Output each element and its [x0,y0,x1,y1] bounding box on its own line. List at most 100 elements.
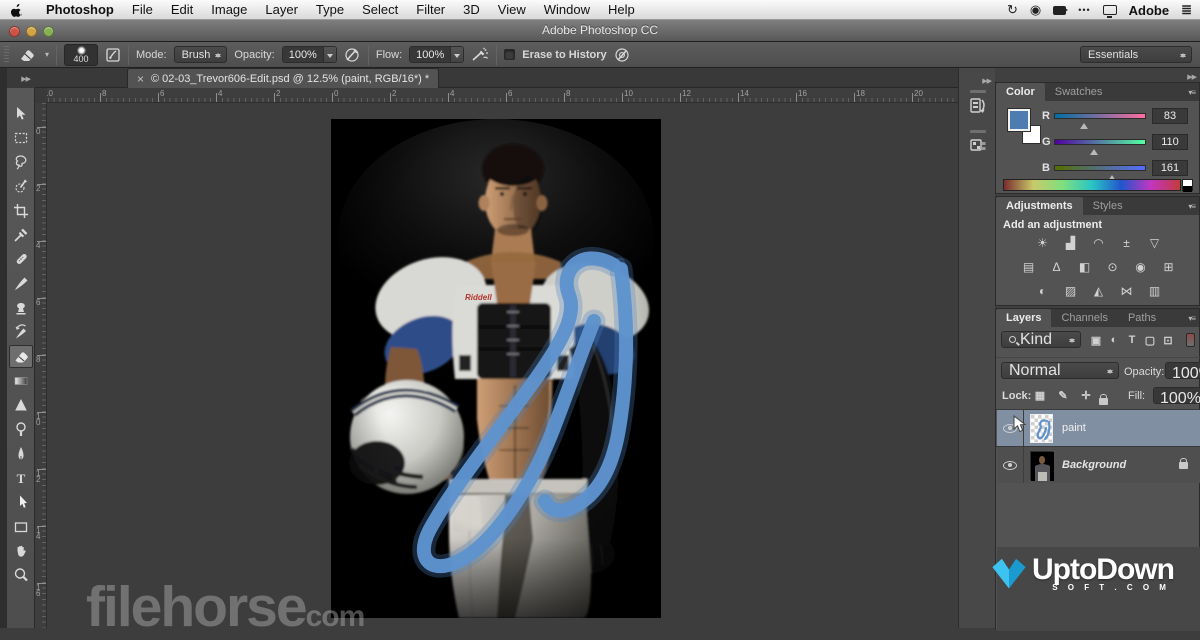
ellipsis-icon[interactable]: ••• [1078,0,1090,20]
pixel-filter-icon[interactable]: ▣ [1088,334,1104,347]
options-bar-grip[interactable] [4,46,9,64]
display-icon[interactable] [1103,5,1117,15]
layer-opacity-dropdown[interactable]: 100% [1165,362,1200,379]
dodge-tool[interactable] [9,418,33,441]
g-value-field[interactable]: 110 [1152,134,1188,150]
layer-row-background[interactable]: Background [997,447,1200,483]
marquee-tool[interactable] [9,126,33,149]
tablet-opacity-icon[interactable] [344,47,361,63]
color-lookup-icon[interactable]: ⊞ [1158,259,1179,276]
r-value-field[interactable]: 83 [1152,108,1188,124]
tab-styles[interactable]: Styles [1083,197,1133,215]
pen-tool[interactable] [9,442,33,465]
tool-preset-caret-icon[interactable]: ▾ [45,50,49,59]
menu-layer[interactable]: Layer [256,2,307,17]
airbrush-icon[interactable] [471,47,489,63]
color-balance-icon[interactable]: Δ [1046,259,1067,276]
panel-menu-icon[interactable]: ▾≡ [1188,202,1195,211]
expand-left-dock-icon[interactable]: ▶▶ [21,75,30,83]
tab-swatches[interactable]: Swatches [1045,83,1113,101]
move-tool[interactable] [9,102,33,125]
sync-icon[interactable]: ↻ [1007,0,1018,20]
creative-cloud-icon[interactable]: ◉ [1030,0,1041,20]
black-white-icon[interactable]: ◧ [1074,259,1095,276]
color-spectrum-ramp[interactable] [1003,179,1181,191]
spot-healing-tool[interactable] [9,248,33,271]
lasso-tool[interactable] [9,151,33,174]
flow-dropdown[interactable]: 100% [409,46,464,63]
rectangle-tool[interactable] [9,515,33,538]
zoom-tool[interactable] [9,564,33,587]
vertical-ruler[interactable]: 0246810121416 [35,103,47,628]
menu-filter[interactable]: Filter [407,2,454,17]
panel-foreground-swatch[interactable] [1008,109,1030,131]
type-tool[interactable]: T [9,467,33,490]
background-layer-thumbnail[interactable] [1030,451,1053,480]
brightness-contrast-icon[interactable]: ☀ [1032,235,1053,252]
curves-icon[interactable]: ◠ [1088,235,1109,252]
apple-logo-icon[interactable] [10,2,25,17]
path-selection-tool[interactable] [9,491,33,514]
layer-filter-kind-dropdown[interactable]: Kind [1001,331,1081,348]
menu-file[interactable]: File [123,2,162,17]
properties-panel-button[interactable] [964,130,991,156]
quick-selection-tool[interactable] [9,175,33,198]
brush-size-picker[interactable]: 400 [64,44,98,66]
tab-channels[interactable]: Channels [1051,309,1117,327]
adjustment-filter-icon[interactable]: ◐ [1106,334,1122,347]
history-brush-tool[interactable] [9,321,33,344]
b-slider-track[interactable] [1054,165,1146,171]
expand-dock-icon[interactable]: ▶▶ [982,78,991,85]
panel-menu-icon[interactable]: ▾≡ [1188,88,1195,97]
b-value-field[interactable]: 161 [1152,160,1188,176]
fill-dropdown[interactable]: 100% [1153,387,1200,404]
threshold-icon[interactable]: ◭ [1088,283,1109,300]
ramp-white-black-swatches[interactable] [1182,179,1193,191]
lock-all-icon[interactable] [1099,392,1108,410]
menu-edit[interactable]: Edit [162,2,202,17]
layer-visibility-toggle[interactable] [997,447,1024,483]
brush-panel-toggle-icon[interactable] [105,47,121,63]
erase-to-history-checkbox[interactable] [504,49,515,60]
tab-paths[interactable]: Paths [1118,309,1166,327]
crop-tool[interactable] [9,199,33,222]
tool-preset-eraser-icon[interactable] [18,47,38,63]
hand-tool[interactable] [9,539,33,562]
tab-adjustments[interactable]: Adjustments [996,197,1083,215]
layer-name[interactable]: Background [1062,459,1126,471]
lock-move-icon[interactable]: ✛ [1078,389,1094,402]
menu-3d[interactable]: 3D [454,2,489,17]
slider-thumb[interactable] [1090,145,1098,155]
brush-tool[interactable] [9,272,33,295]
vibrance-icon[interactable]: ▽ [1144,235,1165,252]
shape-filter-icon[interactable]: ▢ [1142,334,1158,347]
gradient-map-icon[interactable]: ⋈ [1116,283,1137,300]
menu-view[interactable]: View [489,2,535,17]
hue-saturation-icon[interactable]: ▤ [1018,259,1039,276]
exposure-icon[interactable]: ± [1116,235,1137,252]
screen-recording-icon[interactable] [1053,6,1066,15]
document-tab[interactable]: × © 02-03_Trevor606-Edit.psd @ 12.5% (pa… [127,68,439,88]
slider-thumb[interactable] [1080,119,1088,129]
gradient-tool[interactable] [9,369,33,392]
menu-type[interactable]: Type [307,2,353,17]
posterize-icon[interactable]: ▨ [1060,283,1081,300]
adobe-menu-label[interactable]: Adobe [1129,3,1169,18]
smart-object-filter-icon[interactable]: ⊡ [1160,334,1176,347]
tab-layers[interactable]: Layers [996,309,1051,327]
workspace-dropdown[interactable]: Essentials [1080,46,1192,63]
blend-mode-dropdown[interactable]: Normal [1001,362,1119,379]
history-panel-button[interactable] [964,90,991,116]
lock-transparent-icon[interactable]: ▦ [1032,389,1048,402]
close-document-icon[interactable]: × [137,73,144,85]
document-canvas[interactable]: Riddell [331,119,661,618]
menu-photoshop[interactable]: Photoshop [37,2,123,17]
list-icon[interactable]: ≣ [1181,0,1192,20]
layer-filter-toggle[interactable] [1186,333,1195,347]
tab-color[interactable]: Color [996,83,1045,101]
menu-image[interactable]: Image [202,2,256,17]
eraser-tool[interactable] [9,345,33,368]
r-slider-track[interactable] [1054,113,1146,119]
lock-paint-icon[interactable]: ✎ [1055,389,1071,402]
panel-menu-icon[interactable]: ▾≡ [1188,314,1195,323]
